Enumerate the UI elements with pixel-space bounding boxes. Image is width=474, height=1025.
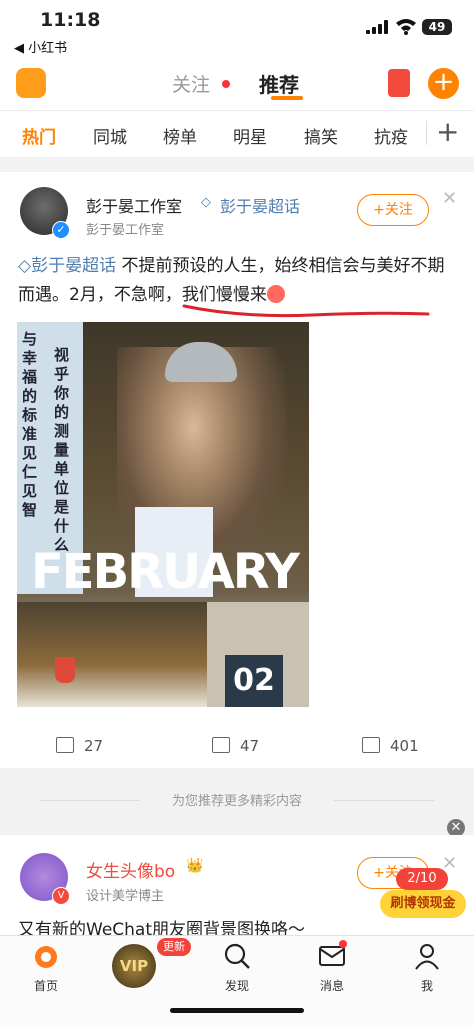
emoji-icon [266,285,285,303]
diamond-icon: ◇ [18,256,32,276]
post-card: ✓ 彭于晏工作室 ◇ 彭于晏超话 彭于晏工作室 +关注 ✕ ◇彭于晏超话 不提前… [0,172,474,768]
diamond-icon: ◇ [201,195,211,210]
channel-hot[interactable]: 热门 [22,123,56,148]
image-caption: 与幸福的标准见仁见智 [22,330,38,519]
signal-icon [366,20,388,34]
channel-funny[interactable]: 搞笑 [304,123,338,148]
add-channel-button[interactable]: + [436,115,459,148]
channel-antiepidemic[interactable]: 抗疫 [374,123,408,148]
active-tab-indicator [271,96,303,100]
top-header: 关注 推荐 + [0,58,474,110]
tab-recommend[interactable]: 推荐 [259,69,299,98]
like-count: 401 [390,737,419,755]
user-icon [415,944,439,970]
image-title: FEBRUARY [31,544,300,600]
channel-local[interactable]: 同城 [93,123,127,148]
post-image[interactable]: 与幸福的标准见仁见智 视乎你的测量单位是什么 FEBRUARY 02 [17,322,309,707]
tab-me[interactable]: 我 [397,942,457,994]
divider [334,800,434,801]
tab-follow[interactable]: 关注 [172,70,210,97]
comment-icon [212,737,230,753]
wifi-icon [396,19,416,35]
tab-discover[interactable]: 发现 [207,942,267,994]
home-indicator [170,1008,304,1013]
repost-button[interactable]: 27 [56,737,103,755]
red-packet-icon[interactable] [388,69,410,97]
channel-stars[interactable]: 明星 [233,123,267,148]
back-to-app-link[interactable]: ◀ 小红书 [14,37,67,56]
compose-button[interactable]: + [428,68,459,99]
topic-link[interactable]: 彭于晏超话 [31,256,116,276]
home-icon [35,946,57,968]
update-badge: 更新 [157,938,191,956]
comment-button[interactable]: 47 [212,737,259,755]
thumbs-up-icon [362,737,380,753]
photo-inset [17,602,207,707]
verified-icon: ✓ [52,221,70,239]
author-name[interactable]: 女生头像bo [86,857,175,882]
repost-icon [56,737,74,753]
photo-dripper [55,657,75,683]
image-number: 02 [225,655,283,707]
topic-link[interactable]: 彭于晏超话 [220,193,300,217]
app-logo-icon[interactable] [16,68,46,98]
recommend-separator: 为您推荐更多精彩内容 ✕ [0,768,474,837]
battery-icon: 49 [422,19,452,35]
image-caption: 视乎你的测量单位是什么 [54,346,70,554]
verified-icon: V [52,887,70,905]
notification-dot [339,940,347,948]
channel-rank[interactable]: 榜单 [163,123,197,148]
vip-icon: VIP [112,944,156,988]
search-icon [224,943,250,969]
tab-label: 发现 [224,979,249,993]
tab-home[interactable]: 首页 [16,942,76,994]
clock: 11:18 [40,9,101,31]
tab-messages[interactable]: 消息 [302,942,362,994]
repost-count: 27 [84,737,104,755]
close-icon[interactable]: ✕ [442,188,457,209]
earn-cash-button[interactable]: 刷博领现金 [380,890,466,918]
post-meta: 设计美学博主 [86,889,165,904]
tab-label: 消息 [319,979,344,993]
status-bar: 11:18 ◀ 小红书 49 [0,0,474,58]
divider [426,121,427,145]
post-meta: 彭于晏工作室 [86,223,165,238]
tab-label: 我 [420,979,433,993]
channel-bar: 热门 同城 榜单 明星 搞笑 抗疫 + [0,110,474,157]
handwritten-underline [182,304,430,318]
author-name[interactable]: 彭于晏工作室 [86,193,182,217]
tab-label: 首页 [33,979,58,993]
notification-dot [222,80,230,88]
comment-count: 47 [240,737,260,755]
like-button[interactable]: 401 [362,737,419,755]
cash-progress-badge: 2/10 [396,868,448,890]
follow-button[interactable]: +关注 [357,194,429,226]
image-bottom-panel: 02 [17,602,309,707]
crown-badge-icon: 👑 [186,858,204,874]
